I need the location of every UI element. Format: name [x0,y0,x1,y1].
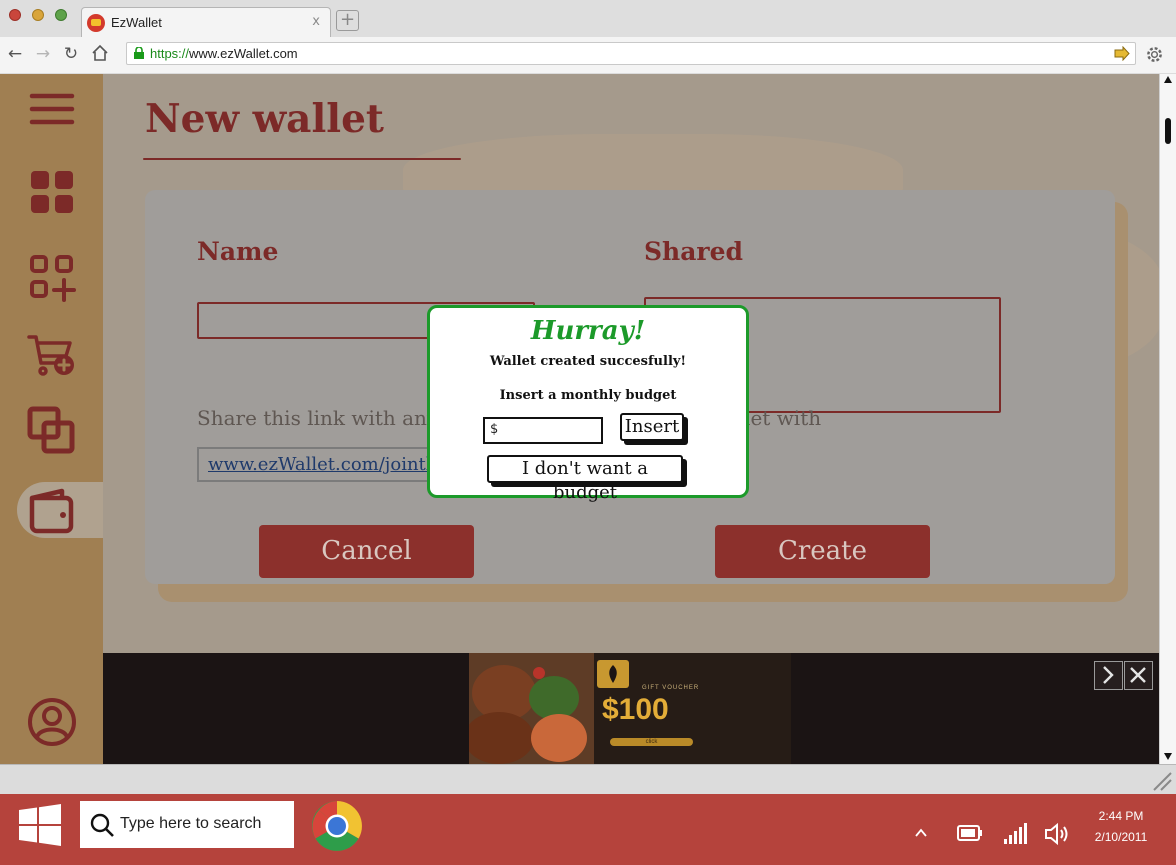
search-placeholder: Type here to search [120,815,262,832]
browser-chrome: EzWallet x + ← → ↻ https://www.ezWallet.… [0,0,1176,73]
currency-prefix: $ [490,422,499,437]
budget-input[interactable]: $ [483,417,603,444]
shared-label: Shared [644,237,743,266]
search-icon [90,813,114,837]
share-link[interactable]: www.ezWallet.com/jointhiswallet [208,454,435,475]
home-icon[interactable] [90,44,110,64]
close-icon [1130,667,1146,683]
screen: EzWallet x + ← → ↻ https://www.ezWallet.… [0,0,1176,865]
budget-prompt: Insert a monthly budget [499,388,677,403]
navigation-bar: ← → ↻ https://www.ezWallet.com [0,37,1176,73]
cancel-button[interactable]: Cancel [259,525,474,578]
chevron-right-icon [1103,666,1114,684]
clock-time: 2:44 PM [1098,809,1144,823]
settings-gear-icon[interactable] [1145,45,1164,64]
forward-arrow-icon[interactable]: → [33,44,53,64]
reload-icon[interactable]: ↻ [61,44,81,64]
ad-image[interactable]: GIFT VOUCHER $100 click [469,653,791,764]
title-underline [143,158,461,160]
ad-logo-icon [597,660,629,688]
resize-grip-icon[interactable] [1150,771,1172,791]
network-signal-icon[interactable] [1003,821,1030,845]
no-budget-button[interactable]: I don't want a budget [487,455,683,503]
ad-food-photo [469,653,594,764]
ad-next-button[interactable] [1094,661,1123,690]
scroll-up-arrow-icon[interactable] [1163,75,1173,84]
lock-icon [134,47,144,59]
dashboard-icon[interactable] [26,166,78,218]
wallet-created-dialog: Hurray! Wallet created succesfully! Inse… [427,305,749,503]
dialog-title: Hurray! [530,316,646,346]
share-link-box[interactable]: www.ezWallet.com/jointhiswallet [197,447,437,482]
browser-tab[interactable]: EzWallet x [81,7,331,37]
copy-icon[interactable] [26,405,78,457]
vertical-scrollbar[interactable] [1159,74,1176,764]
ad-click-button[interactable]: click [610,738,693,746]
tab-close-button[interactable]: x [312,14,320,29]
sidebar [0,74,117,764]
address-bar[interactable]: https://www.ezWallet.com [126,42,1136,65]
menu-icon[interactable] [26,82,78,134]
ezwallet-favicon-icon [87,14,105,32]
ad-close-button[interactable] [1124,661,1153,690]
volume-icon[interactable] [1044,822,1072,846]
maximize-window-button[interactable] [55,9,67,21]
browser-status-bar [0,764,1176,794]
add-to-cart-icon[interactable] [26,329,78,381]
clock-date: 2/10/2011 [1094,830,1148,844]
new-tab-button[interactable]: + [336,10,359,31]
battery-icon[interactable] [957,824,983,842]
close-window-button[interactable] [9,9,21,21]
scrollbar-thumb[interactable] [1165,118,1171,144]
user-profile-icon[interactable] [26,696,78,748]
url-text: https://www.ezWallet.com [150,46,298,61]
taskbar: Type here to search 2:44 PM 2/10/2011 [0,794,1176,865]
ad-gift-text: GIFT VOUCHER [642,685,700,691]
minimize-window-button[interactable] [32,9,44,21]
show-hidden-icons-chevron-icon[interactable] [915,828,927,837]
name-label: Name [197,237,279,266]
dialog-message: Wallet created succesfully! [489,354,687,369]
insert-budget-button[interactable]: Insert [620,413,684,441]
taskbar-search-box[interactable]: Type here to search [80,801,294,848]
back-arrow-icon[interactable]: ← [5,44,25,64]
scroll-down-arrow-icon[interactable] [1163,752,1173,761]
bookmark-arrow-icon[interactable] [1114,46,1130,61]
system-clock[interactable]: 2:44 PM 2/10/2011 [1086,806,1156,848]
ad-price: $100 [602,693,669,726]
create-button[interactable]: Create [715,525,930,578]
page-title: New wallet [145,96,384,142]
wallet-icon[interactable] [26,484,78,536]
windows-start-icon[interactable] [18,803,62,847]
chrome-browser-icon[interactable] [311,800,363,852]
tab-title: EzWallet [111,15,162,30]
add-widget-icon[interactable] [26,251,78,303]
advertisement-banner: GIFT VOUCHER $100 click [103,653,1159,764]
